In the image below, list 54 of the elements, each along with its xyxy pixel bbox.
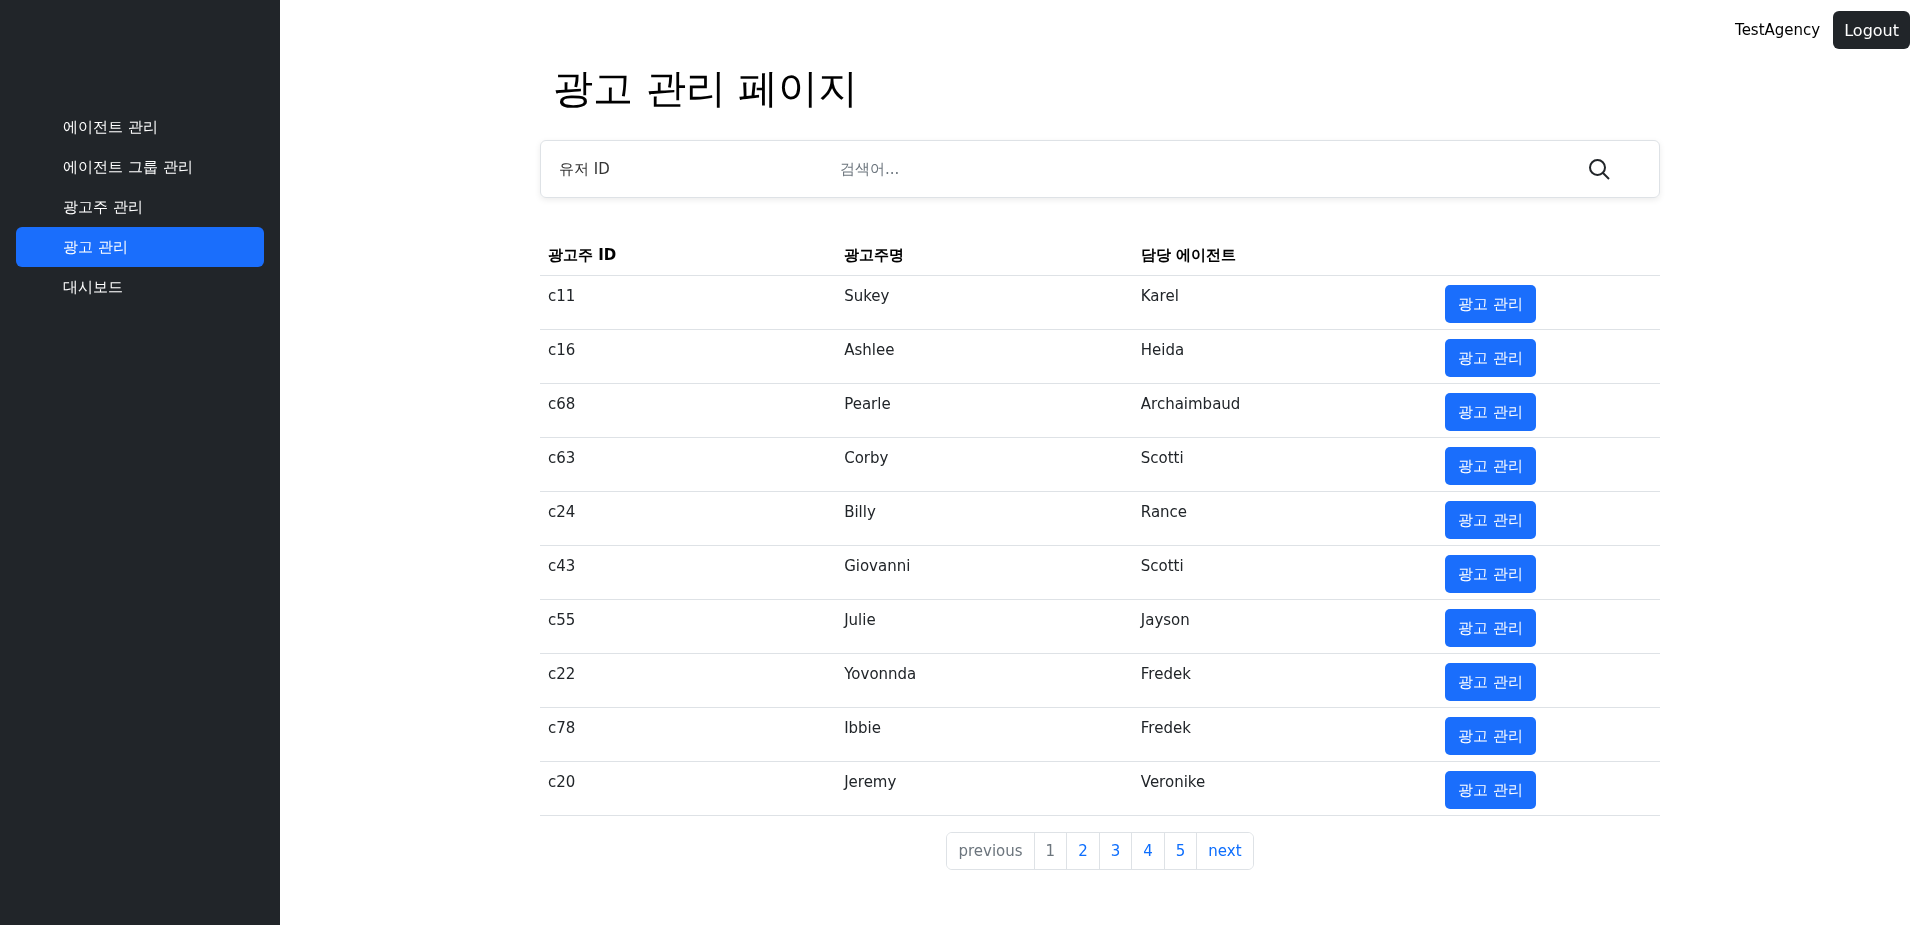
ad-manage-button[interactable]: 광고 관리 (1445, 663, 1536, 701)
ad-manage-button[interactable]: 광고 관리 (1445, 717, 1536, 755)
user-name: TestAgency (1735, 21, 1821, 39)
table-cell: Ibbie (836, 707, 1133, 762)
table-cell: Jeremy (836, 761, 1133, 816)
table-cell: c22 (540, 653, 837, 708)
table-cell: Julie (836, 599, 1133, 654)
table-cell: c43 (540, 545, 837, 600)
table-cell: c24 (540, 491, 837, 546)
table-cell: Heida (1132, 329, 1437, 384)
table-cell: Yovonnda (836, 653, 1133, 708)
table-cell: Fredek (1132, 653, 1437, 708)
ad-manage-button[interactable]: 광고 관리 (1445, 339, 1536, 377)
table-cell: Veronike (1132, 761, 1437, 816)
ad-manage-button[interactable]: 광고 관리 (1445, 285, 1536, 323)
sidebar-item[interactable]: 에이전트 관리 (16, 107, 264, 147)
sidebar-item[interactable]: 대시보드 (16, 267, 264, 307)
ad-manage-button[interactable]: 광고 관리 (1445, 447, 1536, 485)
table-cell: Jayson (1132, 599, 1437, 654)
ad-manage-button[interactable]: 광고 관리 (1445, 501, 1536, 539)
table-cell: Karel (1132, 275, 1437, 330)
column-header: 광고주 ID (540, 236, 837, 276)
table-cell: c78 (540, 707, 837, 762)
table-cell: c16 (540, 329, 837, 384)
sidebar-item[interactable]: 광고주 관리 (16, 187, 264, 227)
search-label: 유저 ID (559, 159, 611, 179)
table-cell: c11 (540, 275, 837, 330)
ad-manage-button[interactable]: 광고 관리 (1445, 771, 1536, 809)
table-cell: Giovanni (836, 545, 1133, 600)
ad-manage-button[interactable]: 광고 관리 (1445, 555, 1536, 593)
search-icon[interactable] (1587, 157, 1611, 181)
table-cell: c68 (540, 383, 837, 438)
ad-manage-button[interactable]: 광고 관리 (1445, 393, 1536, 431)
table-cell: Scotti (1132, 437, 1437, 492)
logout-button[interactable]: Logout (1833, 11, 1910, 49)
column-header: 담당 에이전트 (1132, 236, 1437, 276)
sidebar-item[interactable]: 에이전트 그룹 관리 (16, 147, 264, 187)
ad-manage-button[interactable]: 광고 관리 (1445, 609, 1536, 647)
table-cell: Ashlee (836, 329, 1133, 384)
table-cell: c55 (540, 599, 837, 654)
table-cell: Archaimbaud (1132, 383, 1437, 438)
next-link[interactable]: next (1196, 833, 1253, 869)
table-cell: c20 (540, 761, 837, 816)
table-cell: Corby (836, 437, 1133, 492)
column-header: 광고주명 (836, 236, 1133, 276)
page-title: 광고 관리 페이지 (553, 64, 860, 113)
table-cell: c63 (540, 437, 837, 492)
sidebar-item[interactable]: 광고 관리 (16, 227, 264, 267)
table-cell: Billy (836, 491, 1133, 546)
table-cell: Fredek (1132, 707, 1437, 762)
table-cell: Rance (1132, 491, 1437, 546)
table-cell: Sukey (836, 275, 1133, 330)
table-cell: Scotti (1132, 545, 1437, 600)
table-cell: Pearle (836, 383, 1133, 438)
